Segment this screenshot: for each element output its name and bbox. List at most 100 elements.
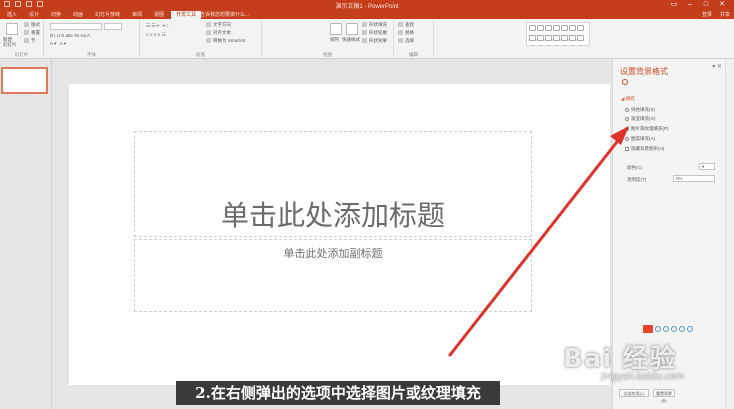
ribbon-display-options-icon[interactable]: ▭ <box>666 0 682 10</box>
checkbox-hide-graphics[interactable] <box>625 146 629 151</box>
fill-section-header[interactable]: ◢ 填充 <box>621 96 635 102</box>
color-picker[interactable]: ▾ <box>699 163 715 170</box>
ime-punct-icon[interactable] <box>663 326 669 332</box>
new-slide-icon[interactable] <box>6 23 18 35</box>
font-format-buttons[interactable]: B I U S abc AV Aa A <box>50 33 90 38</box>
reset-icon <box>24 30 29 36</box>
ime-mic-icon[interactable] <box>671 326 677 332</box>
window-controls: ▭ – □ ✕ <box>666 0 730 10</box>
subtitle-placeholder-text: 单击此处添加副标题 <box>283 247 383 260</box>
align-text-button[interactable]: 对齐文本 <box>206 30 231 36</box>
vertical-scrollbar[interactable] <box>725 59 734 409</box>
shapes-gallery[interactable] <box>526 22 590 46</box>
font-name-select[interactable] <box>50 23 102 30</box>
apply-to-all-button[interactable]: 全部应用(L) <box>619 389 649 397</box>
ribbon-tabs: 插入 设计 切换 动画 幻灯片放映 审阅 视图 开发工具 <box>2 11 202 19</box>
shape-effects-button[interactable]: 形状效果 <box>362 38 387 44</box>
arrange-icon[interactable] <box>330 23 342 35</box>
title-placeholder-text: 单击此处添加标题 <box>220 199 445 232</box>
slide-thumbnail[interactable] <box>1 67 48 94</box>
sogou-icon[interactable] <box>643 325 653 333</box>
pane-title: 设置背景格式 <box>620 67 668 76</box>
search-icon <box>398 22 403 28</box>
font-group: B I U S abc AV Aa A A ▾ A ▾ 字体 <box>44 19 140 59</box>
font-group-label: 字体 <box>87 52 96 57</box>
close-icon[interactable]: ✕ <box>714 0 730 10</box>
cursor-icon <box>398 38 403 44</box>
shape-outline-button[interactable]: 形状轮廓 <box>362 30 387 36</box>
watermark-brand: Bai 经验 <box>563 344 677 374</box>
drawing-group-label: 绘图 <box>323 52 332 57</box>
transparency-label: 透明度(T) <box>627 177 647 182</box>
reset-background-button[interactable]: 重置背景(B) <box>653 389 675 403</box>
slides-group-label: 幻灯片 <box>14 52 29 57</box>
fill-option-pattern[interactable]: 图案填充(A) <box>625 136 655 142</box>
tab-0[interactable]: 插入 <box>2 11 22 19</box>
layout-button[interactable]: 版式 <box>24 22 40 28</box>
tab-6[interactable]: 视图 <box>149 11 169 19</box>
fill-bucket-icon[interactable] <box>622 79 628 85</box>
ime-skin-icon[interactable] <box>687 326 693 332</box>
hide-background-graphics[interactable]: 隐藏背景图形(H) <box>625 146 664 152</box>
tab-3[interactable]: 动画 <box>68 11 88 19</box>
ime-keyboard-icon[interactable] <box>679 326 685 332</box>
color-label: 颜色(C) <box>627 165 643 170</box>
list-buttons[interactable]: ☰ ☰ ⇤ ⇥ ↕ <box>146 23 169 29</box>
title-bar: 演示文稿1 - PowerPoint ▭ – □ ✕ <box>0 0 734 10</box>
font-size-select[interactable] <box>104 23 122 30</box>
find-button[interactable]: 查找 <box>398 22 414 28</box>
ribbon-tab-bar: 插入 设计 切换 动画 幻灯片放映 审阅 视图 开发工具 告诉我您想要做什么... 登录 共享 <box>0 10 734 19</box>
text-direction-icon <box>206 22 211 28</box>
fill-option-solid[interactable]: 纯色填充(S) <box>625 107 655 113</box>
effects-icon <box>362 38 367 44</box>
fill-option-gradient[interactable]: 渐变填充(G) <box>625 116 656 122</box>
ribbon: 新建 幻灯片 版式 重置 节 幻灯片 B I U S abc AV Aa A A… <box>0 19 734 59</box>
radio-solid[interactable] <box>625 107 629 112</box>
shape-fill-button[interactable]: 形状填充 <box>362 22 387 28</box>
replace-button[interactable]: 替换 <box>398 30 414 36</box>
minimize-icon[interactable]: – <box>682 0 698 10</box>
editing-group-label: 编辑 <box>409 52 418 57</box>
text-direction-button[interactable]: 文字方向 <box>206 22 231 28</box>
maximize-icon[interactable]: □ <box>698 0 714 10</box>
baidu-jingyan-watermark: Bai 经验 jingyan.baidu.com <box>563 338 684 382</box>
slide-canvas[interactable]: 单击此处添加标题 单击此处添加副标题 <box>69 84 610 385</box>
pane-close-icon[interactable]: ▾ ✕ <box>712 63 722 70</box>
paragraph-group-label: 段落 <box>196 52 205 57</box>
share-button[interactable]: 共享 <box>720 11 730 18</box>
section-button[interactable]: 节 <box>24 38 36 44</box>
fill-option-picture-texture[interactable]: 图片或纹理填充(P) <box>625 126 669 132</box>
tell-me-search[interactable]: 告诉我您想要做什么... <box>200 11 249 18</box>
smartart-icon <box>206 38 211 44</box>
radio-gradient[interactable] <box>625 116 629 121</box>
transparency-field[interactable]: 0% <box>673 175 715 182</box>
new-slide-button[interactable]: 新建 幻灯片 <box>3 37 23 47</box>
align-buttons[interactable]: ≡ ≡ ≡ ≡ ☷ <box>146 32 166 38</box>
select-button[interactable]: 选择 <box>398 38 414 44</box>
watermark-url: jingyan.baidu.com <box>601 372 685 382</box>
tab-4[interactable]: 幻灯片放映 <box>90 11 125 19</box>
paragraph-group: ☰ ☰ ⇤ ⇥ ↕ ≡ ≡ ≡ ≡ ☷ 文字方向 对齐文本 转换为 SmartA… <box>140 19 262 59</box>
subtitle-placeholder[interactable]: 单击此处添加副标题 <box>134 239 532 312</box>
sign-in-link[interactable]: 登录 <box>702 11 712 18</box>
ime-toolbar[interactable] <box>643 325 693 333</box>
convert-smartart-button[interactable]: 转换为 SmartArt <box>206 38 246 44</box>
quick-styles-icon[interactable] <box>346 23 358 35</box>
tab-7[interactable]: 开发工具 <box>171 11 202 19</box>
quick-styles-button[interactable]: 快速样式 <box>342 37 360 43</box>
radio-picture-texture[interactable] <box>625 126 629 131</box>
slides-group: 新建 幻灯片 版式 重置 节 幻灯片 <box>0 19 44 59</box>
font-color-buttons[interactable]: A ▾ A ▾ <box>50 41 66 47</box>
tab-2[interactable]: 切换 <box>46 11 66 19</box>
pen-icon <box>362 30 367 36</box>
tab-5[interactable]: 审阅 <box>127 11 147 19</box>
tab-1[interactable]: 设计 <box>24 11 44 19</box>
title-placeholder[interactable]: 单击此处添加标题 <box>134 131 532 237</box>
section-icon <box>24 38 29 44</box>
radio-pattern[interactable] <box>625 136 629 141</box>
reset-button[interactable]: 重置 <box>24 30 40 36</box>
paint-bucket-icon <box>362 22 367 28</box>
layout-icon <box>24 22 29 28</box>
ime-mode-icon[interactable] <box>655 326 661 332</box>
arrange-button[interactable]: 排列 <box>330 37 339 43</box>
